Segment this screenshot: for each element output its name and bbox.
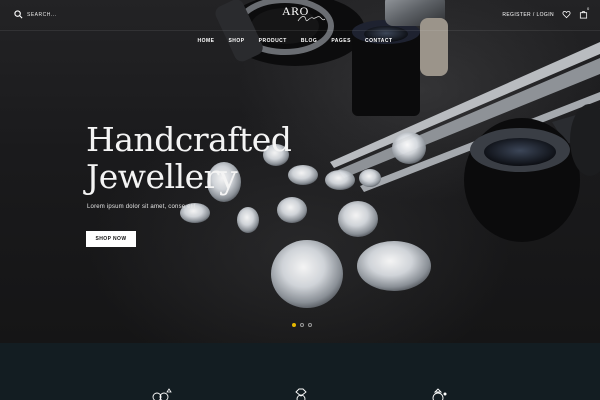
search-icon[interactable] xyxy=(14,10,23,19)
loupe-tube xyxy=(352,20,420,116)
diamond-ring-icon xyxy=(295,388,307,400)
nav-item-product[interactable]: PRODUCT xyxy=(252,38,294,44)
heart-icon[interactable] xyxy=(562,10,571,19)
nav-item-blog[interactable]: BLOG xyxy=(294,38,324,44)
search-box[interactable] xyxy=(14,10,87,19)
hero-title-line-1: Handcrafted xyxy=(86,120,292,159)
hero-title: Handcrafted Jewellery xyxy=(86,120,292,196)
search-input[interactable] xyxy=(27,11,87,18)
cart-icon[interactable] xyxy=(579,10,588,19)
rings-icon xyxy=(152,388,172,400)
slider-dot-3[interactable] xyxy=(308,323,312,327)
nav-item-home[interactable]: HOME xyxy=(190,38,221,44)
nav-item-shop[interactable]: SHOP xyxy=(221,38,251,44)
ring-icon xyxy=(432,388,447,400)
header-actions: REGISTER / LOGIN 0 xyxy=(502,6,589,19)
shop-now-button[interactable]: SHOP NOW xyxy=(86,231,136,247)
nav-item-contact[interactable]: CONTACT xyxy=(358,38,400,44)
slider-dots xyxy=(292,323,312,327)
hero-title-line-2: Jewellery xyxy=(86,157,238,196)
slider-dot-1[interactable] xyxy=(292,323,296,327)
main-nav: HOME SHOP PRODUCT BLOG PAGES CONTACT xyxy=(0,38,600,44)
logo[interactable]: ARO xyxy=(278,4,328,26)
nav-item-pages[interactable]: PAGES xyxy=(324,38,358,44)
slider-dot-2[interactable] xyxy=(300,323,304,327)
hero-banner: ARO REGISTER / LOGIN 0 HOME SHOP PRODUCT… xyxy=(0,0,600,343)
cart-count-badge: 0 xyxy=(587,6,590,11)
hero-subtitle: Lorem ipsum dolor sit amet, conse elit xyxy=(87,204,196,210)
cart-button[interactable]: 0 xyxy=(579,6,589,19)
logo-script-icon xyxy=(297,16,326,22)
site-header: ARO REGISTER / LOGIN 0 xyxy=(0,0,600,32)
loupe-right xyxy=(464,104,600,242)
register-login-link[interactable]: REGISTER / LOGIN xyxy=(502,12,554,18)
